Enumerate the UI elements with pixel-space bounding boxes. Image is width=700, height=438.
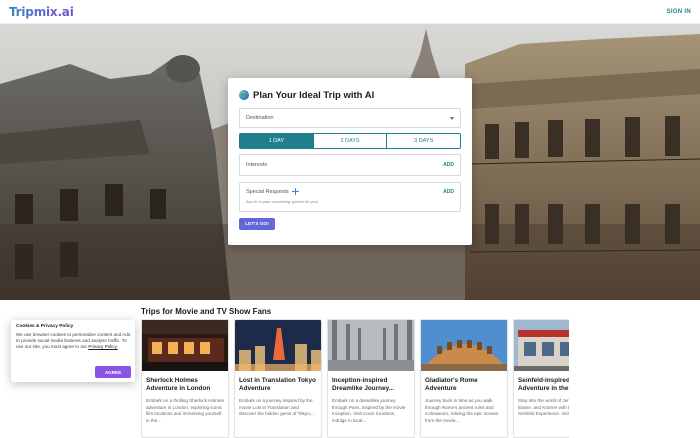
interests-field[interactable]: Interests ADD xyxy=(239,154,461,176)
agree-button[interactable]: AGREE xyxy=(95,366,131,378)
sign-in-button[interactable]: SIGN IN xyxy=(667,9,691,15)
trip-card[interactable]: Lost in Translation Tokyo Adventure Emba… xyxy=(234,319,322,438)
trip-card-image xyxy=(235,320,321,371)
add-special-request-button[interactable]: ADD xyxy=(443,189,454,195)
trip-card-description: Embark on a journey inspired by the movi… xyxy=(239,398,315,416)
trip-card-description: Step into the world of Jerry, George, El… xyxy=(518,398,569,416)
tab-2-days[interactable]: 2 DAYS xyxy=(312,134,387,148)
trip-card-description: Journey back in time as you walk through… xyxy=(425,398,499,423)
trip-planner-card: Plan Your Ideal Trip with AI Destination… xyxy=(228,78,472,245)
trip-card-image xyxy=(328,320,414,371)
lets-go-button[interactable]: LET'S GO! xyxy=(239,218,275,230)
special-requests-field[interactable]: Special Requests ADD Ask AI to plan some… xyxy=(239,182,461,212)
planner-title: Plan Your Ideal Trip with AI xyxy=(253,89,375,101)
logo[interactable]: Tripmix.ai xyxy=(9,5,74,19)
trip-card-title: Gladiator's Rome Adventure xyxy=(425,377,478,392)
sparkle-icon xyxy=(291,188,299,195)
trip-card[interactable]: Sherlock Holmes Adventure in London Emba… xyxy=(141,319,229,438)
destination-placeholder: Destination xyxy=(246,115,274,121)
trip-card-image xyxy=(514,320,569,371)
cookie-title: Cookies & Privacy Policy xyxy=(16,324,74,329)
globe-icon xyxy=(239,90,249,100)
tab-3-days[interactable]: 3 DAYS xyxy=(386,134,460,148)
trip-card-description: Embark on a dreamlike journey through Pa… xyxy=(332,398,406,423)
interests-label: Interests xyxy=(246,162,268,168)
tab-1-day[interactable]: 1 DAY xyxy=(240,134,313,148)
trip-cards-row: Sherlock Holmes Adventure in London Emba… xyxy=(141,319,569,438)
trip-card[interactable]: Seinfeld-inspired Adventure in the Step … xyxy=(513,319,569,438)
trip-card[interactable]: Gladiator's Rome Adventure Journey back … xyxy=(420,319,508,438)
cookie-banner: Cookies & Privacy Policy We use browser … xyxy=(11,320,135,382)
chevron-down-icon xyxy=(450,116,454,120)
trip-card-title: Inception-inspired Dreamlike Journey... xyxy=(332,377,395,392)
trips-section-title: Trips for Movie and TV Show Fans xyxy=(141,307,272,316)
cookie-text: We use browser cookies to personalize co… xyxy=(16,332,134,350)
special-requests-label: Special Requests xyxy=(246,188,289,195)
trip-card-title: Seinfeld-inspired Adventure in the xyxy=(518,377,569,392)
privacy-policy-link[interactable]: Privacy Policy. xyxy=(88,344,118,349)
add-interest-button[interactable]: ADD xyxy=(443,162,454,168)
top-header: Tripmix.ai SIGN IN xyxy=(0,0,700,24)
planner-title-row: Plan Your Ideal Trip with AI xyxy=(239,88,461,102)
special-requests-hint: Ask AI to plan something special for you… xyxy=(246,199,319,204)
trip-card-title: Sherlock Holmes Adventure in London xyxy=(146,377,211,392)
destination-select[interactable]: Destination xyxy=(239,108,461,128)
day-selector: 1 DAY 2 DAYS 3 DAYS xyxy=(239,133,461,149)
trip-card-title: Lost in Translation Tokyo Adventure xyxy=(239,377,316,392)
trip-card-description: Embark on a thrilling Sherlock Holmes ad… xyxy=(146,398,224,423)
trip-card-image xyxy=(142,320,228,371)
trip-card[interactable]: Inception-inspired Dreamlike Journey... … xyxy=(327,319,415,438)
trip-card-image xyxy=(421,320,507,371)
